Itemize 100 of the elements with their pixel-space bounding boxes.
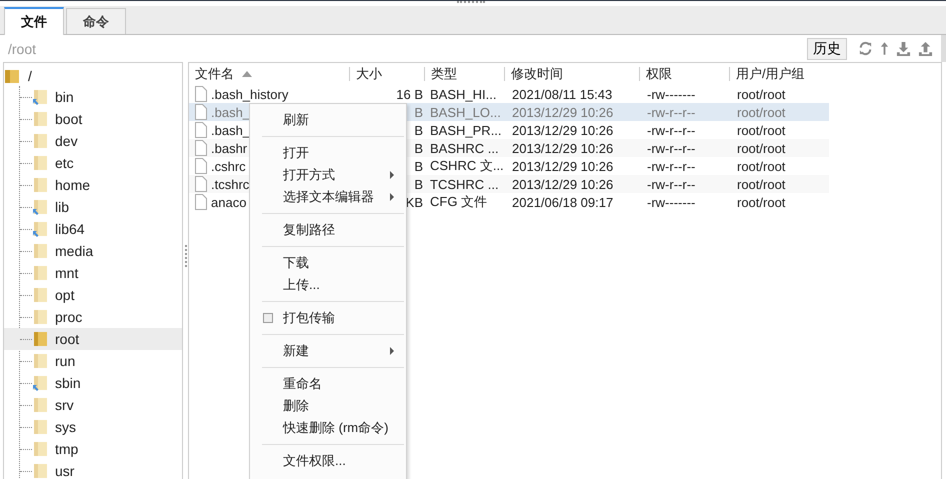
- folder-icon: [32, 155, 48, 171]
- table-cell: B: [414, 158, 423, 174]
- file-icon: [195, 176, 207, 192]
- table-cell: 2013/12/29 10:26: [512, 176, 614, 192]
- table-cell: -rw-r--r--: [647, 158, 696, 174]
- folder-icon: [32, 419, 48, 435]
- menu-item[interactable]: 下载: [250, 252, 406, 274]
- table-cell: TCSHRC ...: [430, 176, 499, 192]
- menu-item[interactable]: 删除: [250, 395, 406, 417]
- checkbox[interactable]: [263, 313, 273, 323]
- splitter-handle-icon[interactable]: [184, 244, 186, 266]
- submenu-arrow-icon: [390, 347, 394, 355]
- table-cell: .cshrc: [211, 158, 246, 174]
- table-cell: -rw-------: [647, 86, 696, 102]
- up-arrow-icon[interactable]: [880, 41, 889, 56]
- table-cell: root/root: [737, 176, 786, 192]
- table-cell: BASH_PR...: [430, 122, 502, 138]
- table-cell: -rw-r--r--: [647, 140, 696, 156]
- table-cell: .bash_history: [211, 86, 288, 102]
- tree-item[interactable]: root: [4, 328, 182, 350]
- table-cell: 16 B: [396, 86, 423, 102]
- file-icon: [195, 86, 207, 102]
- tree-item[interactable]: boot: [20, 108, 182, 130]
- table-cell: root/root: [737, 104, 786, 120]
- table-cell: -rw-r--r--: [647, 122, 696, 138]
- folder-icon: [32, 331, 48, 347]
- table-cell: root/root: [737, 194, 786, 210]
- table-cell: BASHRC ...: [430, 140, 499, 156]
- menu-item[interactable]: 新建: [250, 340, 406, 362]
- tree-item[interactable]: tmp: [20, 438, 182, 460]
- tree-item[interactable]: opt: [20, 284, 182, 306]
- tab[interactable]: 文件: [4, 7, 64, 35]
- tree-item[interactable]: /: [28, 68, 32, 84]
- file-icon: [195, 122, 207, 138]
- folder-icon: [32, 133, 48, 149]
- folder-icon: [32, 309, 48, 325]
- tree-item[interactable]: srv: [20, 394, 182, 416]
- menu-item[interactable]: 重命名: [250, 373, 406, 395]
- folder-icon: [32, 177, 48, 193]
- tree-item[interactable]: media: [20, 240, 182, 262]
- column-header[interactable]: 修改时间: [504, 67, 639, 81]
- tree-item[interactable]: usr: [20, 460, 182, 479]
- tree-item[interactable]: dev: [20, 130, 182, 152]
- table-cell: 2021/08/11 15:43: [512, 86, 612, 102]
- folder-icon: [32, 441, 48, 457]
- tree-item[interactable]: lib: [20, 196, 182, 218]
- menu-item[interactable]: 快速删除 (rm命令): [250, 417, 406, 439]
- menu-item[interactable]: 文件权限...: [250, 450, 406, 472]
- table-cell: B: [414, 122, 423, 138]
- submenu-arrow-icon: [390, 193, 394, 201]
- file-icon: [195, 158, 207, 174]
- tree-item[interactable]: etc: [20, 152, 182, 174]
- column-header[interactable]: 用户/用户组: [729, 67, 829, 81]
- table-cell: -rw-r--r--: [647, 104, 696, 120]
- sort-ascending-icon[interactable]: [242, 71, 252, 77]
- column-header[interactable]: 文件名: [189, 67, 349, 81]
- tree-item[interactable]: home: [20, 174, 182, 196]
- tree-item[interactable]: run: [20, 350, 182, 372]
- column-header[interactable]: 权限: [639, 67, 729, 81]
- folder-shortcut-icon: [32, 375, 48, 391]
- table-cell: 2013/12/29 10:26: [512, 158, 614, 174]
- table-cell: anaco: [211, 194, 246, 210]
- table-cell: B: [414, 176, 423, 192]
- column-header[interactable]: 大小: [349, 67, 424, 81]
- folder-icon: [32, 397, 48, 413]
- table-cell: root/root: [737, 158, 786, 174]
- table-cell: B: [414, 104, 423, 120]
- table-cell: 2021/06/18 09:17: [512, 194, 614, 210]
- download-icon[interactable]: [896, 41, 911, 56]
- tree-item[interactable]: bin: [20, 86, 182, 108]
- folder-shortcut-icon: [32, 221, 48, 237]
- tree-item[interactable]: sbin: [20, 372, 182, 394]
- menu-item[interactable]: 复制路径: [250, 219, 406, 241]
- tree-item[interactable]: proc: [20, 306, 182, 328]
- history-button[interactable]: 历史: [807, 38, 847, 60]
- column-header[interactable]: 类型: [424, 67, 504, 81]
- table-cell: BASH_LO...: [430, 104, 501, 120]
- table-cell: 2013/12/29 10:26: [512, 122, 614, 138]
- table-cell: .tcshrc: [211, 176, 250, 192]
- tree-item[interactable]: mnt: [20, 262, 182, 284]
- menu-item[interactable]: 打包传输: [250, 307, 406, 329]
- table-cell: 2013/12/29 10:26: [512, 104, 614, 120]
- table-cell: .bash_: [211, 122, 250, 138]
- file-icon: [195, 140, 207, 156]
- table-cell: .bash_: [211, 104, 250, 120]
- file-icon: [195, 194, 207, 210]
- tree-item[interactable]: lib64: [20, 218, 182, 240]
- table-cell: BASH_HI...: [430, 86, 496, 102]
- folder-icon: [32, 243, 48, 259]
- menu-item[interactable]: 上传...: [250, 274, 406, 296]
- tree-item[interactable]: sys: [20, 416, 182, 438]
- file-icon: [195, 104, 207, 120]
- folder-icon: [32, 265, 48, 281]
- tab[interactable]: 命令: [66, 8, 126, 34]
- folder-icon: [32, 287, 48, 303]
- folder-icon: [32, 353, 48, 369]
- table-cell: root/root: [737, 122, 786, 138]
- upload-icon[interactable]: [918, 41, 933, 56]
- refresh-icon[interactable]: [858, 41, 873, 56]
- table-cell: -rw-------: [647, 194, 696, 210]
